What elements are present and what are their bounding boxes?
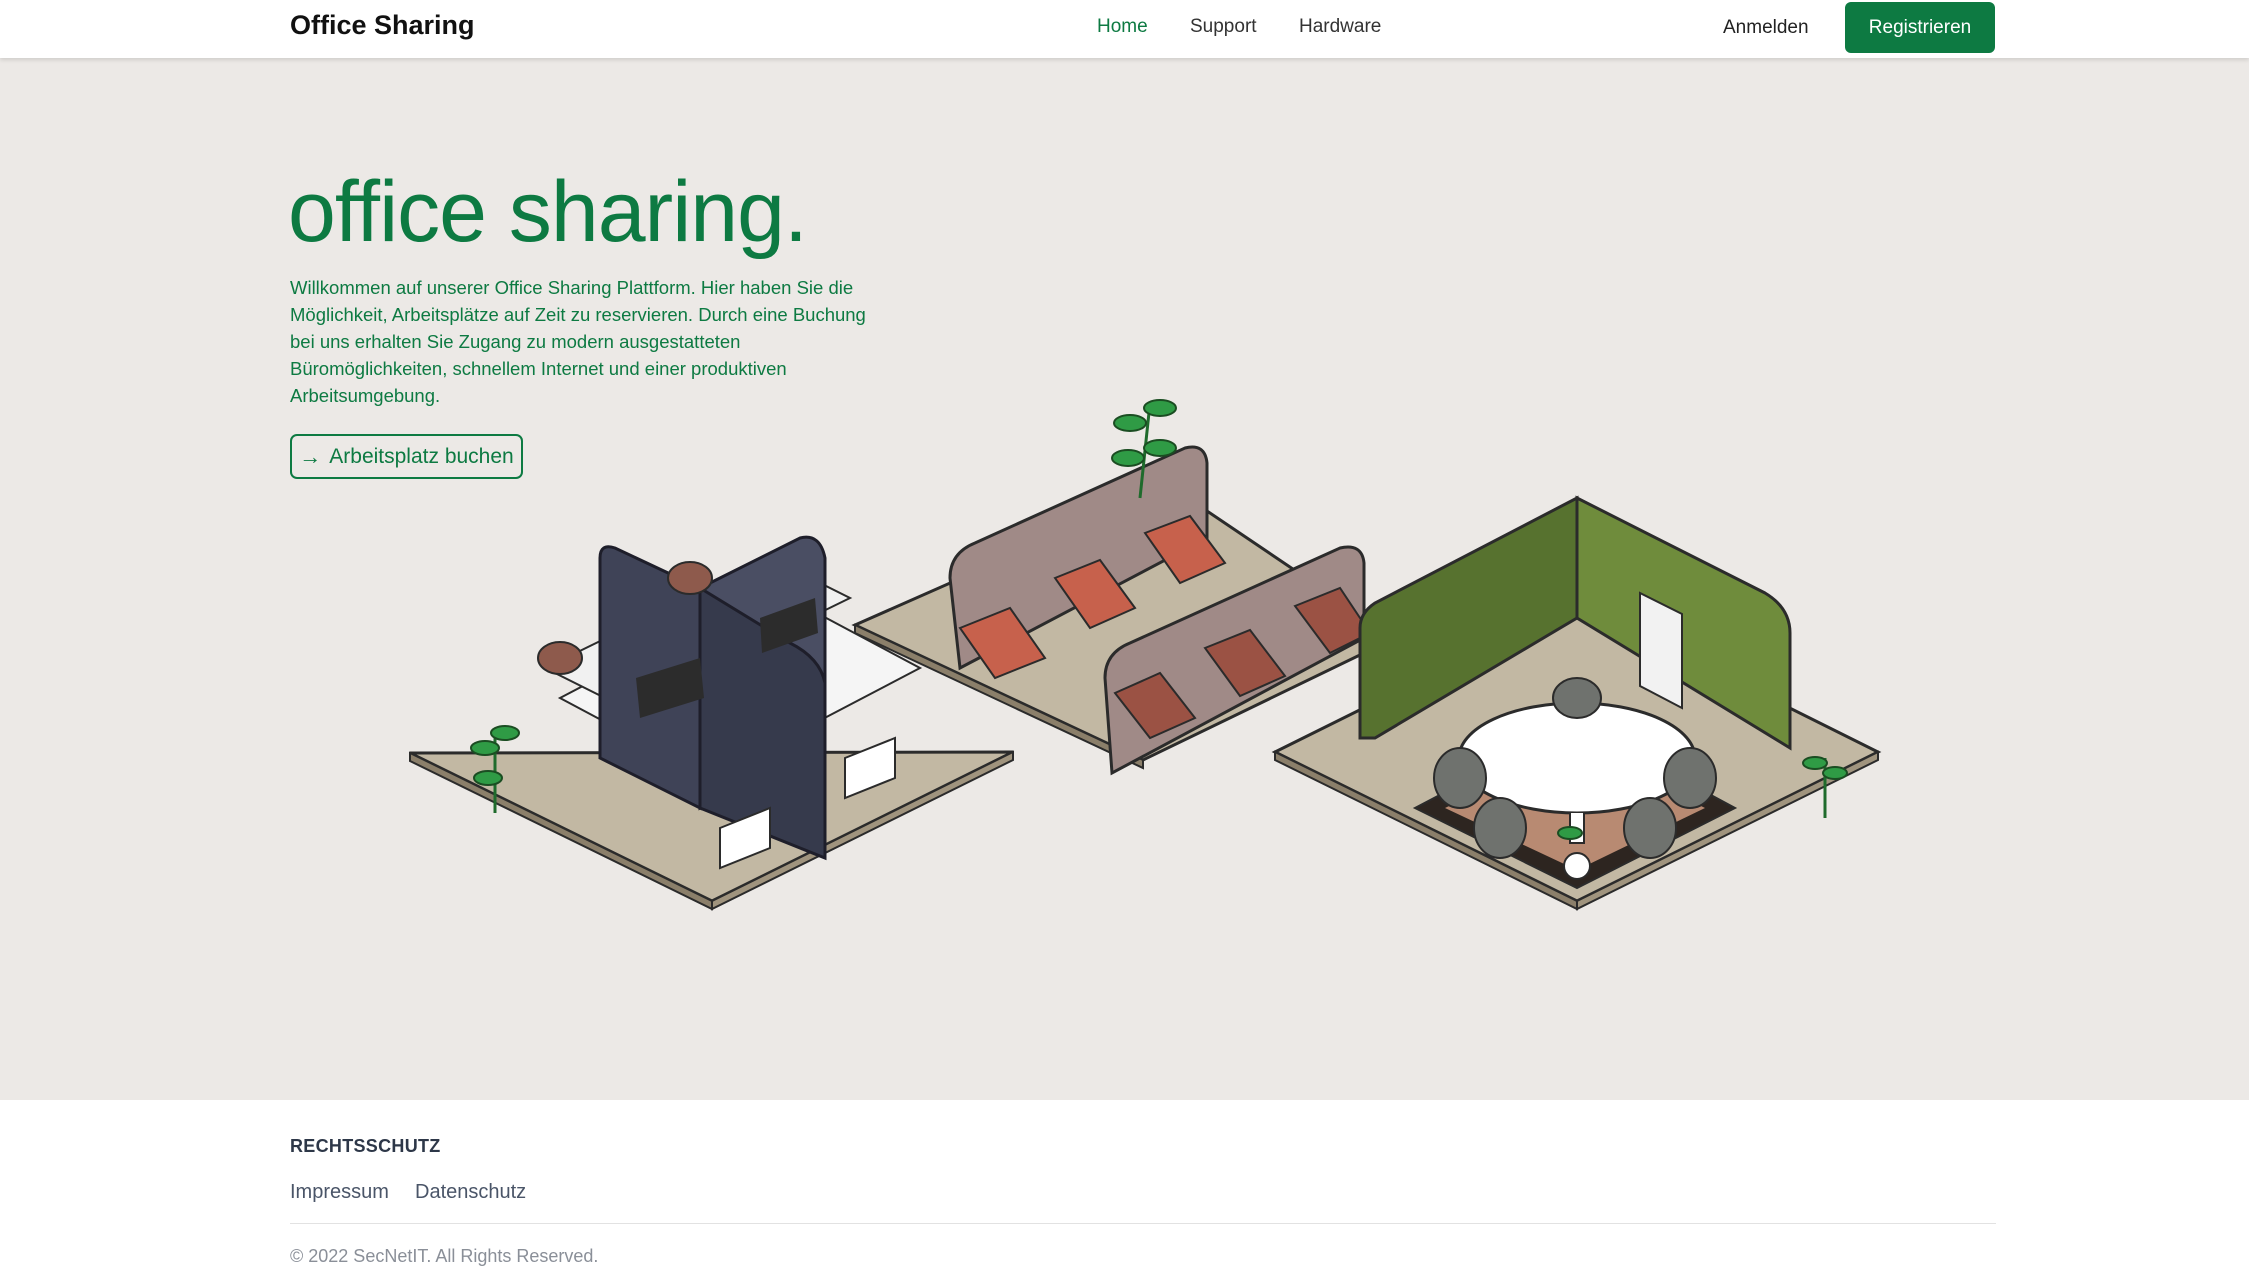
meeting-room-illustration	[1271, 495, 1882, 911]
login-link[interactable]: Anmelden	[1723, 17, 1809, 39]
footer: RECHTSSCHUTZ Impressum Datenschutz © 202…	[0, 1100, 2249, 1278]
office-illustration	[409, 399, 1882, 911]
top-navigation-bar: Office Sharing Home Support Hardware Anm…	[0, 0, 2249, 58]
footer-divider	[290, 1223, 1996, 1224]
brand-logo-text[interactable]: Office Sharing	[290, 10, 475, 41]
nav-link-home[interactable]: Home	[1097, 16, 1148, 38]
register-button[interactable]: Registrieren	[1845, 2, 1995, 53]
lounge-area-illustration	[851, 399, 1398, 776]
nav-link-support[interactable]: Support	[1190, 16, 1257, 38]
desk-area-illustration	[409, 535, 1014, 911]
footer-link-impressum[interactable]: Impressum	[290, 1181, 389, 1204]
footer-heading-legal: RECHTSSCHUTZ	[290, 1136, 441, 1156]
copyright-text: © 2022 SecNetIT. All Rights Reserved.	[290, 1246, 599, 1266]
nav-link-hardware[interactable]: Hardware	[1299, 16, 1381, 38]
footer-link-datenschutz[interactable]: Datenschutz	[415, 1181, 526, 1204]
hero-section: office sharing. Willkommen auf unserer O…	[0, 58, 2249, 1100]
